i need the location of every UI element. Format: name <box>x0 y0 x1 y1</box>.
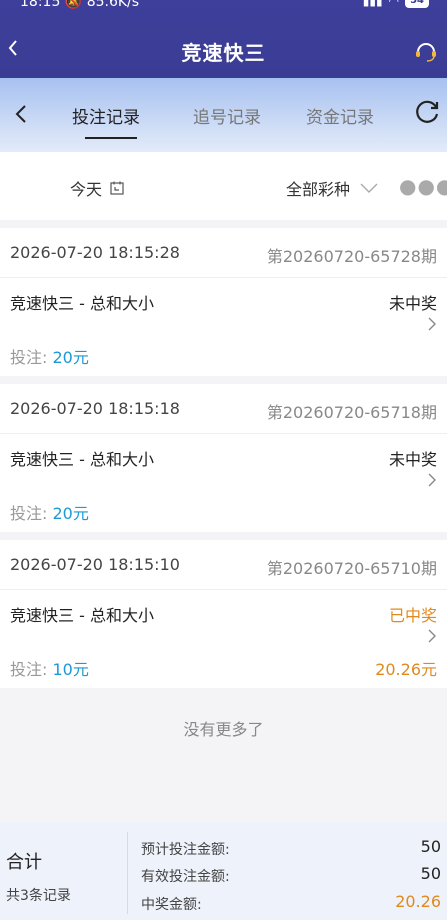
record-prize: 20.26元 <box>375 660 437 679</box>
calendar-icon <box>110 181 124 195</box>
status-icons: ▮▮▮ ◠ 54 <box>363 0 429 8</box>
record-header: 2026-07-20 18:15:18 第20260720-65718期 <box>0 384 447 434</box>
status-time: 18:15 🔕 85.6K/s <box>20 0 140 10</box>
record-time: 2026-07-20 18:15:28 <box>10 243 180 262</box>
record-time: 2026-07-20 18:15:10 <box>10 555 180 574</box>
record-header: 2026-07-20 18:15:10 第20260720-65710期 <box>0 540 447 590</box>
active-tab-indicator <box>85 137 137 139</box>
record-game: 竞速快三 - 总和大小 <box>10 294 154 313</box>
date-filter-label: 今天 <box>70 180 103 199</box>
lottery-filter-label: 全部彩种 <box>286 180 351 199</box>
chevron-right-icon <box>428 317 436 331</box>
chevron-right-icon <box>428 629 436 643</box>
expected-bet-value: 50 <box>420 837 441 856</box>
summary-count: 共3条记录 <box>6 888 71 904</box>
signal-icon: ▮▮▮ <box>362 0 383 8</box>
page-title: 竞速快三 <box>181 41 266 65</box>
bet-record[interactable]: 2026-07-20 18:15:10 第20260720-65710期 竞速快… <box>0 540 447 688</box>
more-icon[interactable]: ●●● <box>399 174 447 198</box>
record-bet: 投注: 10元 <box>10 660 89 679</box>
divider <box>127 832 128 914</box>
back-icon[interactable] <box>10 102 34 126</box>
summary-footer: 合计 共3条记录 预计投注金额: 50 有效投注金额: 50 中奖金额: 20.… <box>0 822 447 920</box>
record-bet: 投注: 20元 <box>10 504 89 523</box>
record-header: 2026-07-20 18:15:28 第20260720-65728期 <box>0 228 447 278</box>
tab-bet-records[interactable]: 投注记录 <box>72 103 140 128</box>
summary-title: 合计 <box>6 852 42 873</box>
record-issue: 第20260720-65718期 <box>266 403 437 422</box>
record-result: 已中奖 <box>388 606 437 625</box>
status-bar: 18:15 🔕 85.6K/s ▮▮▮ ◠ 54 <box>0 0 447 14</box>
record-issue: 第20260720-65728期 <box>266 247 437 266</box>
prize-row: 中奖金额: 20.26 <box>141 892 441 913</box>
refresh-icon[interactable] <box>413 99 441 127</box>
chevron-right-icon <box>428 473 436 487</box>
customer-service-icon[interactable] <box>413 38 439 64</box>
no-more-text: 没有更多了 <box>183 720 264 739</box>
record-result: 未中奖 <box>388 450 437 469</box>
prize-value: 20.26 <box>395 892 441 911</box>
record-time: 2026-07-20 18:15:18 <box>10 399 180 418</box>
record-game: 竞速快三 - 总和大小 <box>10 606 154 625</box>
date-filter[interactable]: 今天 <box>70 176 124 200</box>
bet-record[interactable]: 2026-07-20 18:15:18 第20260720-65718期 竞速快… <box>0 384 447 532</box>
tab-chase-records[interactable]: 追号记录 <box>193 103 261 128</box>
expected-bet-row: 预计投注金额: 50 <box>141 837 441 858</box>
record-game: 竞速快三 - 总和大小 <box>10 450 154 469</box>
record-bet: 投注: 20元 <box>10 348 89 367</box>
filter-bar: 今天 全部彩种 ●●● <box>0 152 447 220</box>
battery-icon: 54 <box>405 0 429 8</box>
tab-fund-records[interactable]: 资金记录 <box>306 103 374 128</box>
record-result: 未中奖 <box>388 294 437 313</box>
bet-record[interactable]: 2026-07-20 18:15:28 第20260720-65728期 竞速快… <box>0 228 447 376</box>
valid-bet-row: 有效投注金额: 50 <box>141 864 441 885</box>
wifi-icon: ◠ <box>388 0 400 8</box>
app-header: 18:15 🔕 85.6K/s ▮▮▮ ◠ 54 竞速快三 <box>0 0 447 78</box>
valid-bet-value: 50 <box>420 864 441 883</box>
tabs-bar: 投注记录 追号记录 资金记录 <box>0 78 447 152</box>
chevron-down-icon <box>360 183 378 193</box>
record-issue: 第20260720-65710期 <box>266 559 437 578</box>
lottery-filter[interactable]: 全部彩种 <box>286 176 378 200</box>
